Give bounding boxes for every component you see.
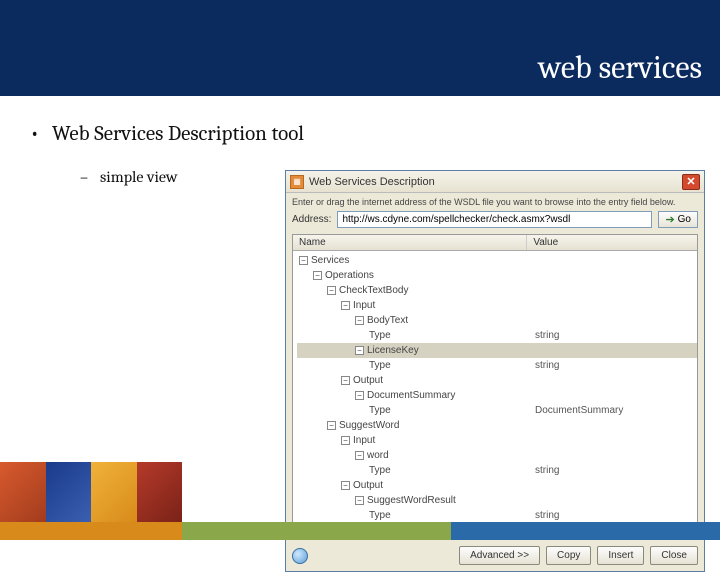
footer-artwork (0, 462, 182, 522)
collapse-icon[interactable]: − (327, 421, 336, 430)
collapse-icon[interactable]: − (341, 376, 350, 385)
collapse-icon[interactable]: − (341, 436, 350, 445)
insert-button[interactable]: Insert (597, 546, 644, 565)
tree-row-docsummary: −DocumentSummary (297, 388, 697, 403)
tree-row-output: −Output (297, 373, 697, 388)
collapse-icon[interactable]: − (355, 316, 364, 325)
advanced-button[interactable]: Advanced >> (459, 546, 540, 565)
close-button[interactable]: ✕ (682, 174, 700, 190)
collapse-icon[interactable]: − (355, 496, 364, 505)
grid-header: Name Value (293, 235, 697, 251)
tree-row-operations: −Operations (297, 268, 697, 283)
copy-button[interactable]: Copy (546, 546, 591, 565)
collapse-icon[interactable]: − (341, 301, 350, 310)
collapse-icon[interactable]: − (355, 391, 364, 400)
col-value[interactable]: Value (527, 235, 697, 250)
tree-row-bodytext: −BodyText (297, 313, 697, 328)
collapse-icon[interactable]: − (341, 481, 350, 490)
tree-row-input: −Input (297, 433, 697, 448)
hint-text: Enter or drag the internet address of th… (286, 193, 704, 209)
go-arrow-icon: ➔ (665, 213, 674, 226)
tree-row-type: Typestring (297, 328, 697, 343)
window-title: Web Services Description (309, 176, 682, 188)
tree-row-type: Typestring (297, 463, 697, 478)
tree-row-word: −word (297, 448, 697, 463)
tree-row-input: −Input (297, 298, 697, 313)
collapse-icon[interactable]: − (327, 286, 336, 295)
wsdl-tool-window: ▦ Web Services Description ✕ Enter or dr… (285, 170, 705, 572)
footer-bar (0, 522, 720, 540)
tree-row-op1: −CheckTextBody (297, 283, 697, 298)
address-row: Address: ➔ Go (286, 209, 704, 234)
collapse-icon[interactable]: − (355, 451, 364, 460)
go-button[interactable]: ➔ Go (658, 211, 698, 228)
collapse-icon[interactable]: − (313, 271, 322, 280)
col-name[interactable]: Name (293, 235, 527, 250)
tree-row-output: −Output (297, 478, 697, 493)
button-row: Advanced >> Copy Insert Close (286, 540, 704, 571)
go-label: Go (678, 214, 691, 225)
collapse-icon[interactable]: − (355, 346, 364, 355)
tree-grid: Name Value −Services −Operations −CheckT… (292, 234, 698, 526)
close-button[interactable]: Close (650, 546, 698, 565)
tree-row-services: −Services (297, 253, 697, 268)
title-band: web services (0, 0, 720, 96)
window-titlebar[interactable]: ▦ Web Services Description ✕ (286, 171, 704, 193)
collapse-icon[interactable]: − (299, 256, 308, 265)
tree-row-suggestresult: −SuggestWordResult (297, 493, 697, 508)
app-icon: ▦ (290, 175, 304, 189)
address-label: Address: (292, 214, 331, 225)
bullet-level1: Web Services Description tool (52, 122, 690, 146)
tree-body[interactable]: −Services −Operations −CheckTextBody −In… (293, 251, 697, 525)
tree-row-type: Typestring (297, 358, 697, 373)
tree-row-licensekey: −LicenseKey (297, 343, 697, 358)
tree-row-op2: −SuggestWord (297, 418, 697, 433)
tree-row-type: Typestring (297, 508, 697, 523)
address-input[interactable] (337, 211, 652, 228)
tree-row-type: TypeDocumentSummary (297, 403, 697, 418)
slide-title: web services (538, 49, 702, 86)
globe-icon[interactable] (292, 548, 308, 564)
